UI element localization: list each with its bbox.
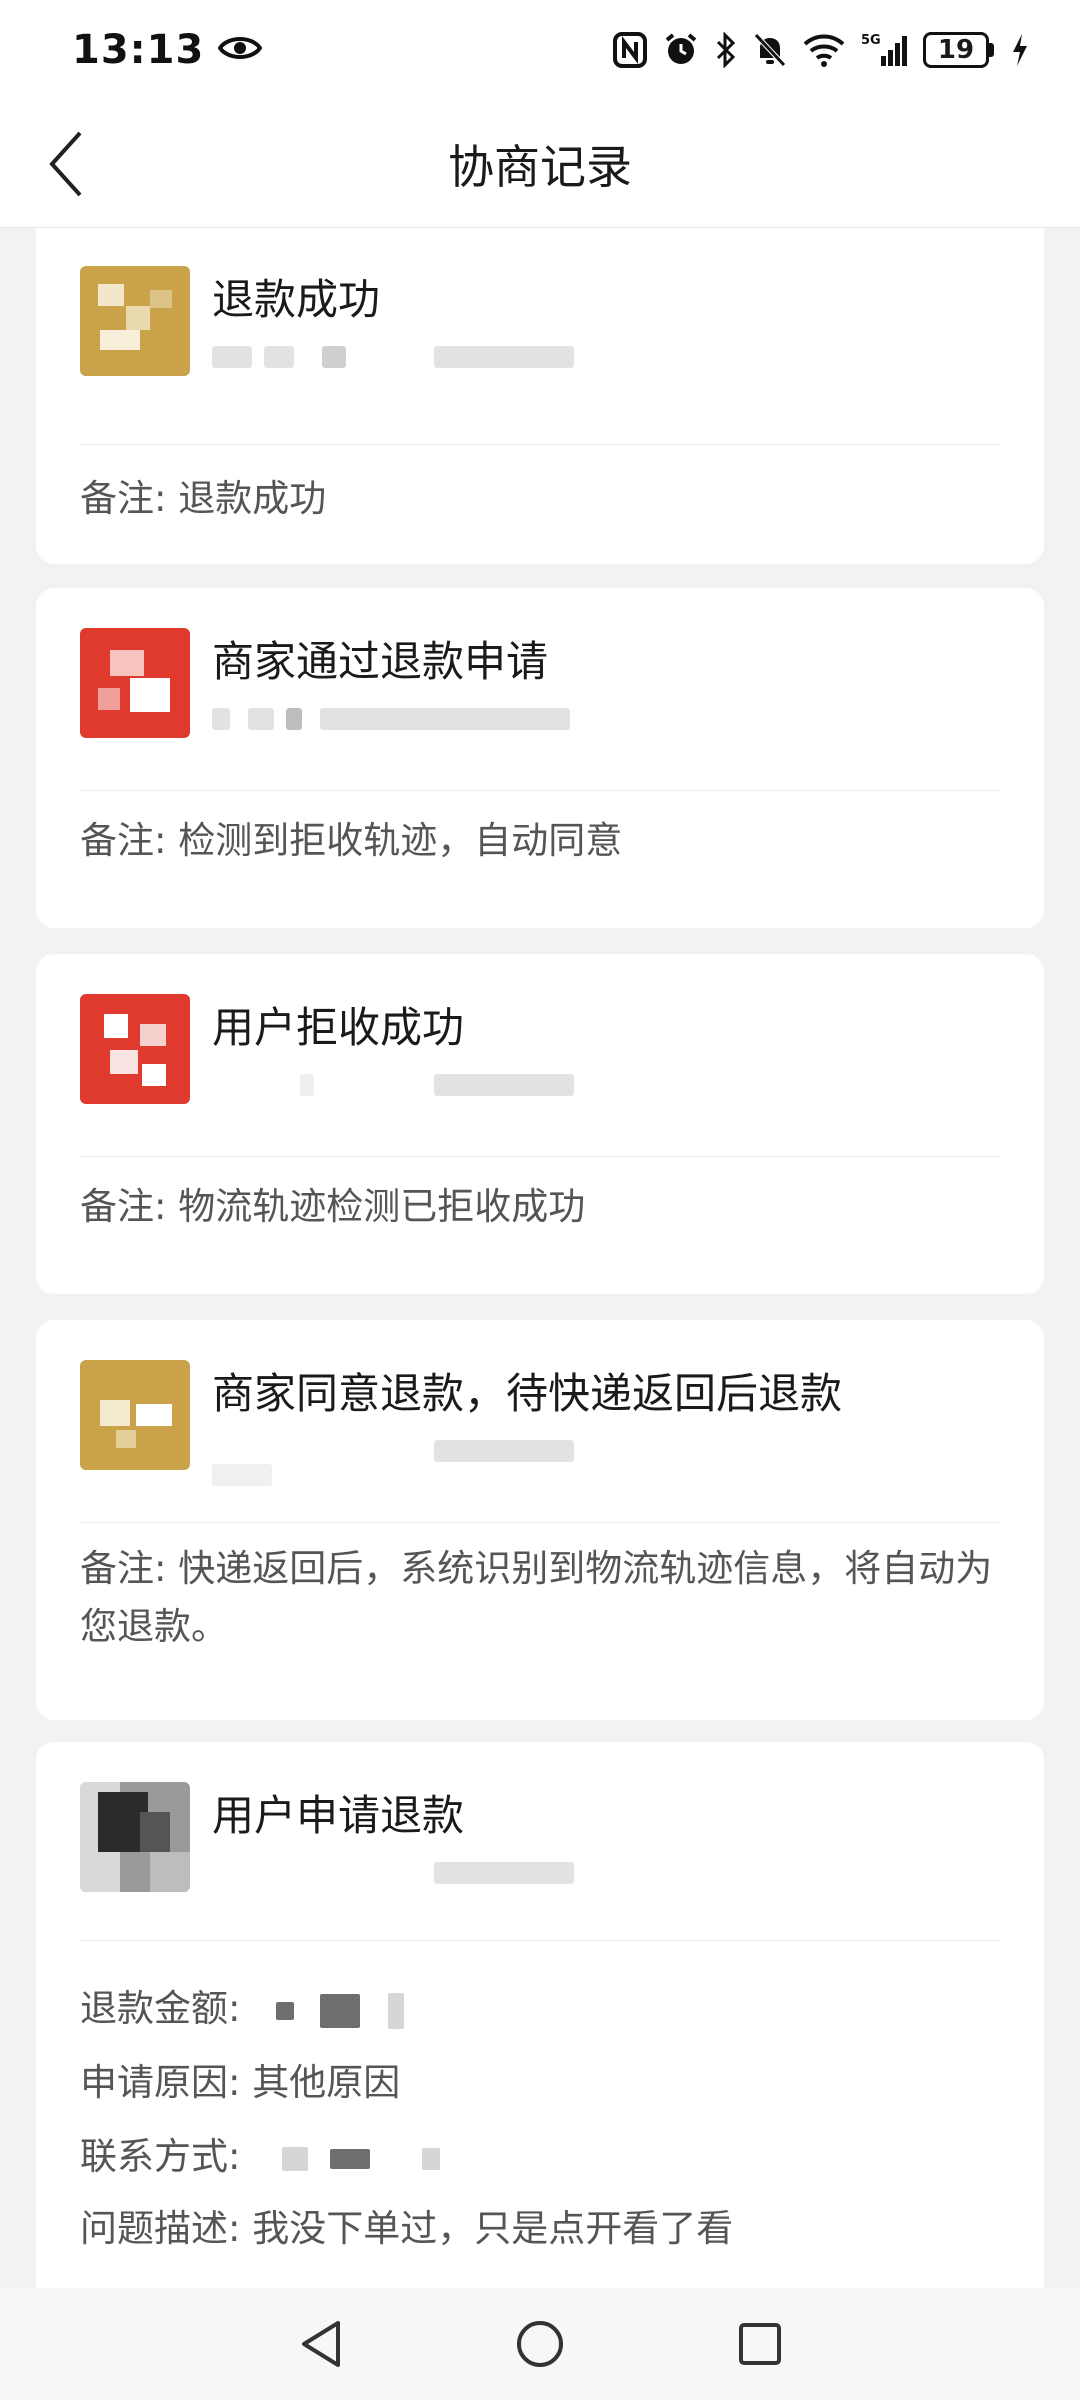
svg-text:5G: 5G xyxy=(861,33,881,48)
contact-info: 联系方式: xyxy=(80,2126,440,2180)
record-remark: 备注: 物流轨迹检测已拒收成功 xyxy=(80,1185,586,1228)
record-title: 退款成功 xyxy=(212,275,381,324)
nav-back-button[interactable] xyxy=(280,2304,360,2384)
record-time-masked xyxy=(212,1068,574,1102)
record-avatar xyxy=(80,628,190,738)
record-time-masked xyxy=(212,702,572,736)
record-remark: 备注: 退款成功 xyxy=(80,477,327,520)
record-title: 商家同意退款，待快递返回后退款 xyxy=(212,1369,843,1418)
nfc-icon xyxy=(613,32,647,68)
charging-icon xyxy=(1010,32,1030,68)
status-bar: 13:13 5G 19 xyxy=(0,0,1080,100)
record-avatar xyxy=(80,1360,190,1470)
record-remark: 备注: 快递返回后，系统识别到物流轨迹信息，将自动为您退款。 xyxy=(80,1547,993,1648)
eye-icon xyxy=(217,33,263,67)
record-avatar xyxy=(80,994,190,1104)
record-title: 商家通过退款申请 xyxy=(212,637,549,686)
app-header: 协商记录 xyxy=(0,100,1080,228)
record-avatar xyxy=(80,1782,190,1892)
status-time: 13:13 xyxy=(72,27,205,73)
square-recents-icon xyxy=(739,2323,781,2365)
signal-5g-icon: 5G xyxy=(861,32,907,68)
record-remark: 备注: 检测到拒收轨迹，自动同意 xyxy=(80,819,623,862)
record-list[interactable]: 退款成功 备注: 退款成功 商家通过退款申请 备注: 检测到拒收轨迹，自动同意 xyxy=(0,228,1080,2288)
circle-home-icon xyxy=(517,2321,563,2367)
record-card: 用户申请退款 退款金额: 申请原因: 其他原因 联系方式: 问题描述: 我没下单… xyxy=(36,1742,1044,2288)
record-time-masked xyxy=(212,1856,574,1890)
triangle-back-icon xyxy=(302,2321,340,2367)
battery-indicator: 19 xyxy=(923,32,994,68)
page-title: 协商记录 xyxy=(448,140,632,194)
alarm-icon xyxy=(663,32,699,68)
record-card: 商家通过退款申请 备注: 检测到拒收轨迹，自动同意 xyxy=(36,588,1044,928)
nav-home-button[interactable] xyxy=(500,2304,580,2384)
apply-reason: 申请原因: 其他原因 xyxy=(80,2061,401,2104)
bluetooth-icon xyxy=(715,32,737,68)
record-card: 用户拒收成功 备注: 物流轨迹检测已拒收成功 xyxy=(36,954,1044,1294)
nav-recents-button[interactable] xyxy=(720,2304,800,2384)
system-nav-bar xyxy=(0,2288,1080,2400)
mute-icon xyxy=(753,32,787,68)
record-title: 用户申请退款 xyxy=(212,1791,465,1840)
record-card: 退款成功 备注: 退款成功 xyxy=(36,228,1044,564)
wifi-icon xyxy=(803,33,845,67)
problem-description: 问题描述: 我没下单过，只是点开看了看 xyxy=(80,2207,734,2250)
refund-amount: 退款金额: xyxy=(80,1978,404,2032)
battery-level: 19 xyxy=(923,32,989,68)
record-time-masked xyxy=(212,1434,574,1486)
record-card: 商家同意退款，待快递返回后退款 备注: 快递返回后，系统识别到物流轨迹信息，将自… xyxy=(36,1320,1044,1720)
record-avatar xyxy=(80,266,190,376)
record-time-masked xyxy=(212,340,574,374)
record-title: 用户拒收成功 xyxy=(212,1003,465,1052)
